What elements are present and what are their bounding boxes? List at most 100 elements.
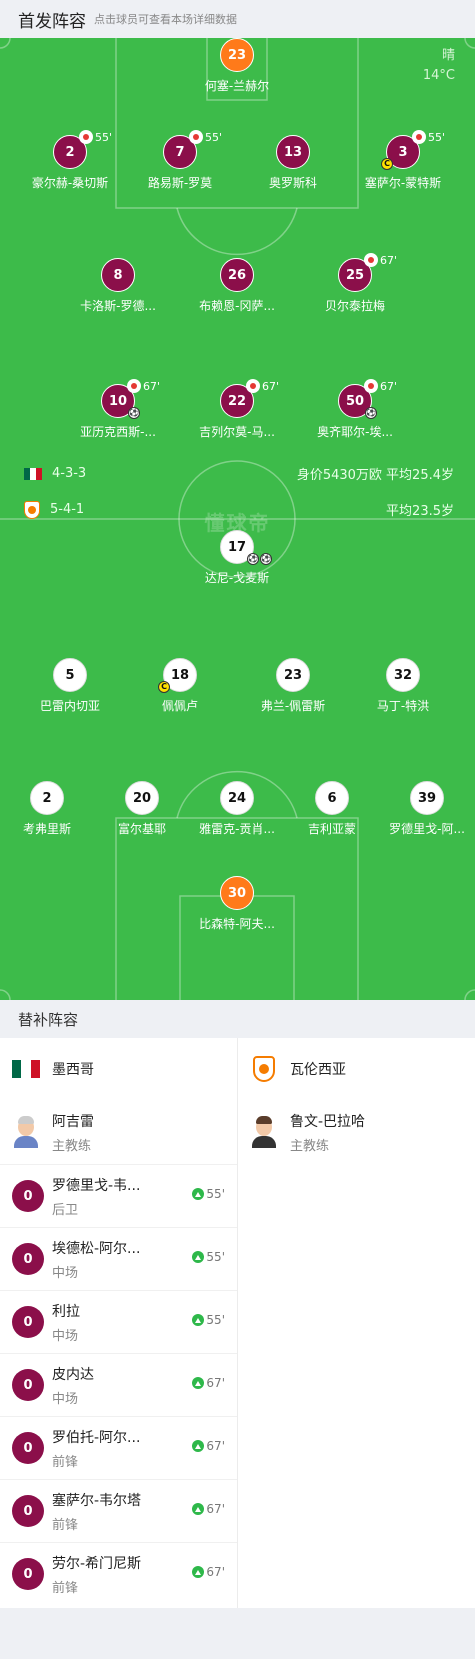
away-player[interactable]: 18 C 佩佩卢 — [115, 658, 245, 714]
sub-out-icon — [364, 379, 378, 393]
home-player[interactable]: 8 卡洛斯-罗德... — [53, 258, 183, 314]
sub-in-indicator: 67' — [192, 1439, 225, 1453]
away-stats: 平均23.5岁 — [386, 504, 454, 519]
away-player[interactable]: 17 ⚽ ⚽ 达尼-戈麦斯 — [172, 530, 302, 586]
sub-in-indicator: 67' — [192, 1502, 225, 1516]
sub-out-badge: 67' — [364, 253, 397, 267]
away-coach[interactable]: 鲁文-巴拉哈 主教练 — [238, 1100, 475, 1164]
substitute-row[interactable]: 0 罗伯托-阿尔... 前锋 67' — [0, 1416, 237, 1479]
player-name: 奥齐耶尔-埃... — [317, 425, 393, 439]
substitute-number: 0 — [12, 1558, 44, 1590]
sub-out-badge: 67' — [364, 379, 397, 393]
valencia-crest-icon — [253, 1056, 275, 1082]
player-number: 23 — [276, 658, 310, 692]
away-team-row[interactable]: 瓦伦西亚 — [238, 1038, 475, 1100]
sub-in-time: 55' — [206, 1313, 225, 1327]
away-player[interactable]: 32 马丁-特洪 — [338, 658, 468, 714]
substitute-position: 前锋 — [52, 1580, 79, 1596]
sub-out-icon — [246, 379, 260, 393]
player-number: 26 — [220, 258, 254, 292]
sub-out-icon — [127, 379, 141, 393]
substitute-row[interactable]: 0 利拉 中场 55' — [0, 1290, 237, 1353]
coach-role: 主教练 — [52, 1138, 92, 1154]
home-formation: 4-3-3 — [52, 466, 87, 481]
player-name: 比森特-阿夫... — [199, 917, 275, 931]
player-name: 贝尔泰拉梅 — [324, 299, 385, 313]
home-player[interactable]: 7 55' 路易斯-罗莫 — [115, 130, 245, 191]
home-player[interactable]: 26 布赖恩-冈萨... — [172, 258, 302, 314]
player-name: 塞萨尔-蒙特斯 — [364, 176, 442, 190]
pitch: 晴 14°C 懂球帝 4-3-3 身价5430万欧 平均25.4岁 5-4-1 … — [0, 38, 475, 1000]
substitute-row[interactable]: 0 埃德松-阿尔... 中场 55' — [0, 1227, 237, 1290]
sub-out-badge: 55' — [79, 130, 112, 144]
sub-out-time: 67' — [262, 379, 280, 393]
lineup-hint: 点击球员可查看本场详细数据 — [94, 13, 237, 26]
substitutes-panel: 墨西哥 阿吉雷 主教练 0 罗德里戈-韦... 后卫 55' 0 埃德松-阿尔... 中场 5… — [0, 1038, 475, 1608]
sub-out-badge: 67' — [127, 379, 160, 393]
player-number: 8 — [101, 258, 135, 292]
substitute-row[interactable]: 0 皮内达 中场 67' — [0, 1353, 237, 1416]
player-number: 32 — [386, 658, 420, 692]
player-number: 22 67' — [220, 379, 279, 418]
sub-out-icon — [412, 130, 426, 144]
substitute-name: 埃德松-阿尔... — [52, 1240, 141, 1257]
home-player[interactable]: 10 67' ⚽ 亚历克西斯-... — [53, 379, 183, 440]
away-substitutes: 瓦伦西亚 鲁文-巴拉哈 主教练 — [238, 1038, 475, 1164]
player-name: 何塞-兰赫尔 — [204, 79, 270, 93]
coach-name: 阿吉雷 — [52, 1113, 94, 1130]
player-name: 亚历克西斯-... — [80, 425, 156, 439]
player-number: 17 ⚽ ⚽ — [220, 530, 272, 565]
substitute-row[interactable]: 0 劳尔-希门尼斯 前锋 67' — [0, 1542, 237, 1605]
substitute-number: 0 — [12, 1180, 44, 1212]
player-number: 23 — [220, 38, 254, 72]
player-number: 2 55' — [53, 130, 112, 169]
player-name: 罗德里戈-阿... — [389, 822, 465, 836]
sub-in-icon — [192, 1503, 205, 1515]
weather-condition: 晴 — [441, 48, 455, 63]
player-number: 18 C — [158, 658, 197, 693]
home-player[interactable]: 25 67' 贝尔泰拉梅 — [290, 253, 420, 314]
home-player[interactable]: 3 55' C 塞萨尔-蒙特斯 — [338, 130, 468, 191]
substitute-position: 前锋 — [52, 1454, 79, 1470]
sub-out-badge: 55' — [412, 130, 445, 144]
sub-out-time: 67' — [380, 379, 398, 393]
substitute-row[interactable]: 0 塞萨尔-韦尔塔 前锋 67' — [0, 1479, 237, 1542]
player-number: 7 55' — [163, 130, 222, 169]
sub-in-indicator: 67' — [192, 1376, 225, 1390]
substitute-row[interactable]: 0 罗德里戈-韦... 后卫 55' — [0, 1164, 237, 1227]
coach-role: 主教练 — [290, 1138, 330, 1154]
substitute-number: 0 — [12, 1243, 44, 1275]
goal-ball-icon: ⚽ — [247, 553, 259, 565]
sub-in-indicator: 67' — [192, 1565, 225, 1579]
away-player[interactable]: 30 比森特-阿夫... — [172, 876, 302, 932]
sub-in-time: 67' — [206, 1565, 225, 1579]
home-coach[interactable]: 阿吉雷 主教练 — [0, 1100, 237, 1164]
home-player[interactable]: 22 67' 吉列尔莫-马... — [172, 379, 302, 440]
sub-in-time: 67' — [206, 1502, 225, 1516]
weather: 晴 14°C — [423, 46, 455, 86]
home-stats: 身价5430万欧 平均25.4岁 — [296, 468, 454, 483]
weather-temperature: 14°C — [422, 68, 455, 83]
away-player[interactable]: 39 罗德里戈-阿... — [362, 781, 475, 837]
player-number: 50 67' ⚽ — [338, 379, 397, 419]
lineup-header: 首发阵容 点击球员可查看本场详细数据 — [0, 0, 475, 38]
home-player[interactable]: 50 67' ⚽ 奥齐耶尔-埃... — [290, 379, 420, 440]
sub-out-badge: 67' — [246, 379, 279, 393]
player-number: 10 67' ⚽ — [101, 379, 160, 419]
home-team-row[interactable]: 墨西哥 — [0, 1038, 237, 1100]
coach-avatar — [250, 1116, 278, 1148]
captain-badge: C — [381, 158, 393, 170]
mexico-flag-icon — [12, 1060, 40, 1078]
substitutes-header: 替补阵容 — [0, 1000, 475, 1038]
home-player[interactable]: 23 何塞-兰赫尔 — [172, 38, 302, 94]
away-formation: 5-4-1 — [50, 502, 85, 517]
sub-out-time: 67' — [380, 253, 398, 267]
player-name: 布赖恩-冈萨... — [199, 299, 275, 313]
sub-in-time: 55' — [206, 1187, 225, 1201]
sub-in-icon — [192, 1440, 205, 1452]
player-number: 5 — [53, 658, 87, 692]
sub-in-icon — [192, 1314, 205, 1326]
player-number: 30 — [220, 876, 254, 910]
lineup-title: 首发阵容 — [18, 11, 86, 32]
sub-in-time: 67' — [206, 1439, 225, 1453]
